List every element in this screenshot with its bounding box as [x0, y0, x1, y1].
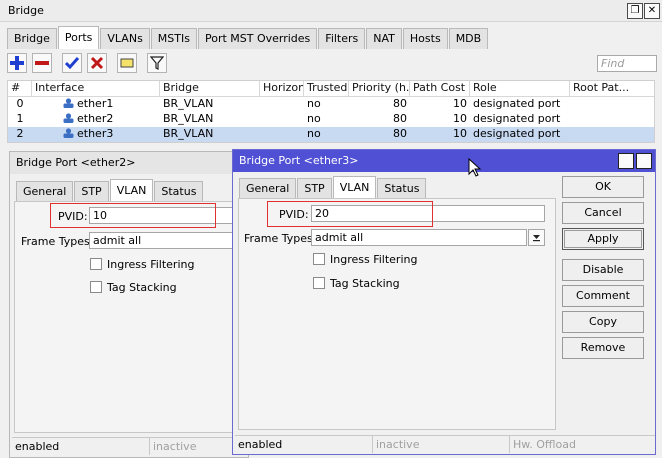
status-enabled: enabled — [12, 437, 149, 455]
ingress-filtering-label: Ingress Filtering — [330, 253, 418, 266]
tab-status[interactable]: Status — [154, 181, 204, 202]
tab-hosts[interactable]: Hosts — [402, 28, 448, 49]
tab-stp[interactable]: STP — [297, 178, 332, 199]
minus-icon — [35, 61, 49, 65]
restore-window-icon[interactable]: ❐ — [627, 3, 643, 19]
restore-dialog-icon[interactable]: ❐ — [618, 153, 634, 169]
dialog-tabs: General STP VLAN Status — [16, 179, 204, 202]
add-button[interactable] — [7, 53, 27, 73]
remove-button[interactable] — [32, 53, 52, 73]
ingress-filtering-checkbox[interactable] — [90, 258, 102, 270]
col-interface[interactable]: Interface — [32, 81, 160, 96]
table-header: # Interface Bridge Horizon Trusted Prior… — [8, 81, 654, 97]
col-role[interactable]: Role — [470, 81, 570, 96]
tab-vlans[interactable]: VLANs — [100, 28, 150, 49]
frame-types-label: Frame Types: — [21, 235, 94, 248]
check-icon — [65, 57, 79, 70]
frame-types-label: Frame Types: — [244, 232, 317, 245]
frame-types-select[interactable]: admit all — [311, 229, 527, 246]
plus-icon — [10, 56, 24, 70]
status-hw-offload: Hw. Offload — [509, 435, 655, 453]
row-interface: ether3 — [77, 127, 114, 140]
filter-button[interactable] — [147, 53, 167, 73]
remove-button[interactable]: Remove — [562, 337, 644, 359]
ingress-filtering-checkbox[interactable] — [313, 253, 325, 265]
dialog-tabs: General STP VLAN Status — [239, 176, 427, 199]
frame-types-select[interactable]: admit all — [89, 232, 249, 249]
tab-vlan[interactable]: VLAN — [332, 176, 377, 199]
dialog-titlebar[interactable]: Bridge Port <ether2> — [10, 152, 250, 174]
note-icon — [120, 58, 134, 68]
tab-status[interactable]: Status — [377, 178, 427, 199]
cancel-button[interactable]: Cancel — [562, 202, 644, 224]
toolbar — [0, 48, 662, 78]
bridge-port-ether2-dialog: Bridge Port <ether2> General STP VLAN St… — [9, 151, 250, 458]
tab-port-mst-overrides[interactable]: Port MST Overrides — [197, 28, 318, 49]
tag-stacking-checkbox[interactable] — [90, 281, 102, 293]
disable-button[interactable] — [87, 53, 107, 73]
highlight-box — [50, 203, 216, 228]
dialog-title: Bridge Port <ether3> — [239, 154, 359, 167]
copy-button[interactable]: Copy — [562, 311, 644, 333]
filter-icon — [150, 56, 164, 70]
row-interface: ether2 — [77, 112, 114, 125]
tab-general[interactable]: General — [239, 178, 297, 199]
tab-mstis[interactable]: MSTIs — [150, 28, 197, 49]
col-horizon[interactable]: Horizon — [260, 81, 304, 96]
tab-ports[interactable]: Ports — [57, 26, 100, 49]
frame-types-dropdown-button[interactable] — [528, 229, 545, 246]
ports-table: # Interface Bridge Horizon Trusted Prior… — [7, 80, 655, 143]
ingress-filtering-label: Ingress Filtering — [107, 258, 195, 271]
find-input[interactable] — [597, 55, 657, 72]
status-running: inactive — [372, 435, 509, 453]
table-row[interactable]: 0 ether1 BR_VLAN no 80 10 designated por… — [8, 97, 654, 112]
highlight-box — [267, 201, 433, 227]
ok-button[interactable]: OK — [562, 176, 644, 198]
tab-filters[interactable]: Filters — [318, 28, 366, 49]
dropdown-arrow-icon — [533, 235, 540, 242]
interface-icon — [63, 113, 74, 123]
col-num[interactable]: # — [8, 81, 32, 96]
col-bridge[interactable]: Bridge — [160, 81, 260, 96]
main-tabs: Bridge Ports VLANs MSTIs Port MST Overri… — [7, 26, 489, 49]
col-priority[interactable]: Priority (h... — [349, 81, 410, 96]
dialog-titlebar[interactable]: Bridge Port <ether3> ❐ ✕ — [233, 150, 655, 172]
tab-vlan[interactable]: VLAN — [109, 179, 154, 202]
tab-stp[interactable]: STP — [74, 181, 109, 202]
table-row[interactable]: 1 ether2 BR_VLAN no 80 10 designated por… — [8, 112, 654, 127]
window-titlebar[interactable]: Bridge ❐ ✕ — [0, 0, 662, 22]
tab-nat[interactable]: NAT — [366, 28, 402, 49]
interface-icon — [63, 128, 74, 138]
disable-button[interactable]: Disable — [562, 259, 644, 281]
row-interface: ether1 — [77, 97, 114, 110]
status-enabled: enabled — [235, 435, 372, 453]
close-window-icon[interactable]: ✕ — [644, 3, 660, 19]
tab-general[interactable]: General — [16, 181, 74, 202]
tag-stacking-checkbox[interactable] — [313, 277, 325, 289]
mouse-cursor-icon — [468, 158, 482, 177]
tab-bridge[interactable]: Bridge — [7, 28, 57, 49]
comment-button[interactable] — [117, 53, 137, 73]
comment-button[interactable]: Comment — [562, 285, 644, 307]
cross-icon — [90, 56, 104, 70]
interface-icon — [63, 98, 74, 108]
col-path-cost[interactable]: Path Cost — [410, 81, 470, 96]
dialog-title: Bridge Port <ether2> — [16, 156, 136, 169]
tag-stacking-label: Tag Stacking — [107, 281, 177, 294]
tag-stacking-label: Tag Stacking — [330, 277, 400, 290]
enable-button[interactable] — [62, 53, 82, 73]
close-dialog-icon[interactable]: ✕ — [636, 153, 652, 169]
apply-button[interactable]: Apply — [562, 228, 644, 250]
window-title: Bridge — [8, 4, 44, 17]
col-trusted[interactable]: Trusted — [304, 81, 349, 96]
col-root-path[interactable]: Root Pat... — [570, 81, 656, 96]
tab-mdb[interactable]: MDB — [448, 28, 489, 49]
table-row-selected[interactable]: 2 ether3 BR_VLAN no 80 10 designated por… — [8, 127, 654, 142]
